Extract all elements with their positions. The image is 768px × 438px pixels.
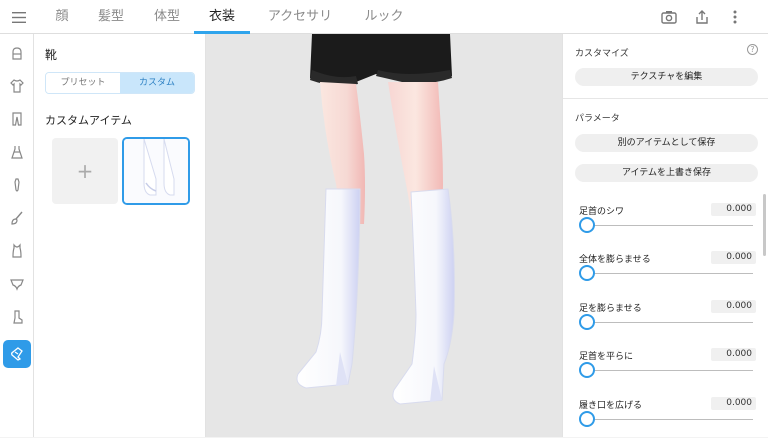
- customize-panel: カスタマイズ ? テクスチャを編集 パラメータ 別のアイテムとして保存 アイテム…: [562, 34, 768, 437]
- tie-icon[interactable]: [3, 171, 31, 199]
- slider-thumb[interactable]: [579, 362, 595, 378]
- 3d-viewport[interactable]: [206, 34, 562, 437]
- param-flatten-ankle: 足首を平らに 0.000: [575, 348, 756, 389]
- hat-icon[interactable]: [3, 39, 31, 67]
- param-value-field[interactable]: 0.000: [711, 203, 756, 216]
- tab-hairstyle[interactable]: 髪型: [96, 0, 126, 34]
- slider-track[interactable]: [587, 370, 753, 371]
- slider-track[interactable]: [587, 225, 753, 226]
- param-label: 履き口を広げる: [579, 401, 643, 411]
- param-label: 足を膨らませる: [579, 304, 642, 314]
- share-icon[interactable]: [693, 8, 711, 26]
- param-value-field[interactable]: 0.000: [711, 348, 756, 361]
- hamburger-menu-icon[interactable]: [8, 8, 30, 26]
- edit-texture-button[interactable]: テクスチャを編集: [575, 68, 758, 86]
- shirt-icon[interactable]: [3, 72, 31, 100]
- save-as-new-item-button[interactable]: 別のアイテムとして保存: [575, 134, 758, 152]
- shoe-panel: 靴 プリセット カスタム カスタムアイテム +: [34, 34, 206, 437]
- param-ankle-wrinkle: 足首のシワ 0.000: [575, 203, 756, 244]
- param-widen-opening: 履き口を広げる 0.000: [575, 397, 756, 438]
- item-list-area: [48, 214, 198, 437]
- avatar-render: [296, 34, 455, 405]
- tab-accessory[interactable]: アクセサリー: [262, 0, 338, 58]
- param-label: 全体を膨らませる: [579, 255, 651, 265]
- slider-track[interactable]: [587, 322, 753, 323]
- divider: [563, 98, 768, 99]
- param-label: 足首のシワ: [579, 207, 625, 217]
- custom-item-tile[interactable]: [122, 137, 190, 205]
- underwear-icon[interactable]: [3, 270, 31, 298]
- param-inflate-foot: 足を膨らませる 0.000: [575, 300, 756, 341]
- slider-thumb[interactable]: [579, 265, 595, 281]
- panel-title: 靴: [45, 48, 58, 62]
- slider-track[interactable]: [587, 273, 753, 274]
- top-bar: 顔 髪型 体型 衣装 アクセサリー ルック: [0, 0, 768, 58]
- boot-icon[interactable]: [3, 340, 31, 368]
- tank-top-icon[interactable]: [3, 237, 31, 265]
- pants-icon[interactable]: [3, 105, 31, 133]
- preset-tab[interactable]: プリセット: [46, 73, 120, 93]
- tab-face[interactable]: 顔: [52, 0, 72, 34]
- tab-body[interactable]: 体型: [152, 0, 182, 34]
- category-rail: [0, 34, 34, 437]
- preset-custom-toggle: プリセット カスタム: [45, 72, 195, 94]
- slider-thumb[interactable]: [579, 314, 595, 330]
- dress-icon[interactable]: [3, 138, 31, 166]
- scrollbar[interactable]: [763, 194, 766, 256]
- plus-icon: +: [76, 159, 94, 183]
- param-label: 足首を平らに: [579, 352, 634, 362]
- sock-icon[interactable]: [3, 303, 31, 331]
- custom-items-heading: カスタムアイテム: [45, 114, 132, 127]
- slider-track[interactable]: [587, 419, 753, 420]
- tab-outfit[interactable]: 衣装: [194, 0, 250, 34]
- brush-icon[interactable]: [3, 204, 31, 232]
- add-item-button[interactable]: +: [52, 138, 118, 204]
- param-inflate-all: 全体を膨らませる 0.000: [575, 251, 756, 292]
- more-vertical-icon[interactable]: [726, 8, 744, 26]
- slider-thumb[interactable]: [579, 411, 595, 427]
- param-value-field[interactable]: 0.000: [711, 397, 756, 410]
- slider-thumb[interactable]: [579, 217, 595, 233]
- parameters-heading: パラメータ: [575, 114, 620, 124]
- boot-thumbnail: [124, 139, 188, 203]
- help-icon[interactable]: ?: [747, 44, 758, 55]
- param-value-field[interactable]: 0.000: [711, 251, 756, 264]
- param-value-field[interactable]: 0.000: [711, 300, 756, 313]
- overwrite-item-button[interactable]: アイテムを上書き保存: [575, 164, 758, 182]
- camera-icon[interactable]: [660, 8, 678, 26]
- custom-tab[interactable]: カスタム: [120, 73, 194, 93]
- customize-heading: カスタマイズ: [575, 49, 629, 59]
- tab-look[interactable]: ルック: [364, 0, 404, 34]
